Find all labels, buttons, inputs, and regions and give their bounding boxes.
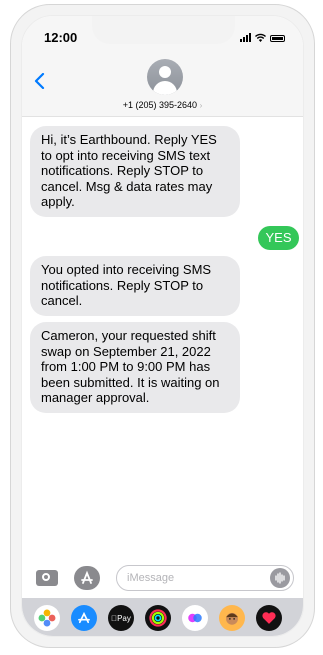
message-input[interactable]: iMessage bbox=[116, 565, 294, 591]
activity-icon[interactable] bbox=[145, 605, 171, 631]
contact-avatar-icon[interactable] bbox=[147, 59, 183, 95]
contact-chevron-icon: › bbox=[199, 101, 203, 110]
phone-frame: 12:00 +1 (205) 395-2640 › Hi, it’s Earth… bbox=[10, 4, 315, 648]
sent-message[interactable]: YES bbox=[258, 226, 299, 250]
received-message[interactable]: Cameron, your requested shift swap on Se… bbox=[30, 322, 240, 413]
back-chevron-icon[interactable] bbox=[34, 73, 46, 89]
apple-pay-icon[interactable]: Pay bbox=[108, 605, 134, 631]
audio-message-icon[interactable] bbox=[270, 568, 290, 588]
apple-pay-label: Pay bbox=[114, 613, 131, 623]
app-store-icon[interactable] bbox=[71, 605, 97, 631]
camera-icon[interactable] bbox=[36, 570, 58, 586]
memoji-stickers-icon[interactable] bbox=[182, 605, 208, 631]
status-icons bbox=[240, 33, 285, 42]
messages-screen: 12:00 +1 (205) 395-2640 › Hi, it’s Earth… bbox=[21, 15, 304, 637]
memoji-icon[interactable] bbox=[219, 605, 245, 631]
message-input-placeholder: iMessage bbox=[127, 572, 175, 584]
digital-touch-icon[interactable] bbox=[256, 605, 282, 631]
received-message[interactable]: You opted into receiving SMS notificatio… bbox=[30, 256, 240, 316]
app-store-icon bbox=[81, 570, 93, 584]
contact-name[interactable]: +1 (205) 395-2640 › bbox=[22, 100, 303, 110]
signal-icon bbox=[240, 33, 251, 42]
contact-phone: +1 (205) 395-2640 bbox=[122, 100, 198, 110]
battery-icon bbox=[270, 35, 285, 42]
composer: iMessage bbox=[22, 564, 303, 594]
photos-icon[interactable] bbox=[34, 605, 60, 631]
received-message[interactable]: Hi, it’s Earthbound. Reply YES to opt in… bbox=[30, 126, 240, 217]
notch bbox=[92, 16, 235, 44]
wifi-icon bbox=[255, 33, 266, 42]
apps-button[interactable] bbox=[74, 566, 100, 590]
status-time: 12:00 bbox=[44, 30, 78, 45]
app-drawer: Pay bbox=[22, 598, 303, 636]
